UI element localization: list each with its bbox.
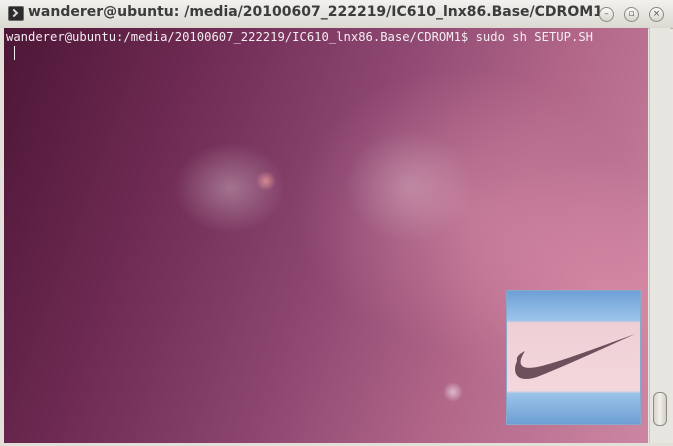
nike-swoosh-icon [515,334,635,380]
close-icon: × [652,9,661,19]
nike-logo-thumbnail [506,290,641,425]
terminal-window: wanderer@ubuntu: /media/20100607_222219/… [0,0,673,446]
minimize-button[interactable]: – [599,7,614,22]
terminal-icon [8,6,24,21]
window-title: wanderer@ubuntu: /media/20100607_222219/… [28,4,603,20]
title-bar[interactable]: wanderer@ubuntu: /media/20100607_222219/… [0,0,673,29]
minimize-icon: – [604,9,609,19]
maximize-button[interactable]: ▫ [624,7,639,22]
maximize-icon: ▫ [628,9,635,19]
prompt-line: wanderer@ubuntu:/media/20100607_222219/I… [6,30,593,44]
close-button[interactable]: × [649,7,664,22]
text-cursor [14,46,15,60]
vertical-scrollbar[interactable] [649,28,670,443]
scrollbar-thumb[interactable] [653,392,667,426]
